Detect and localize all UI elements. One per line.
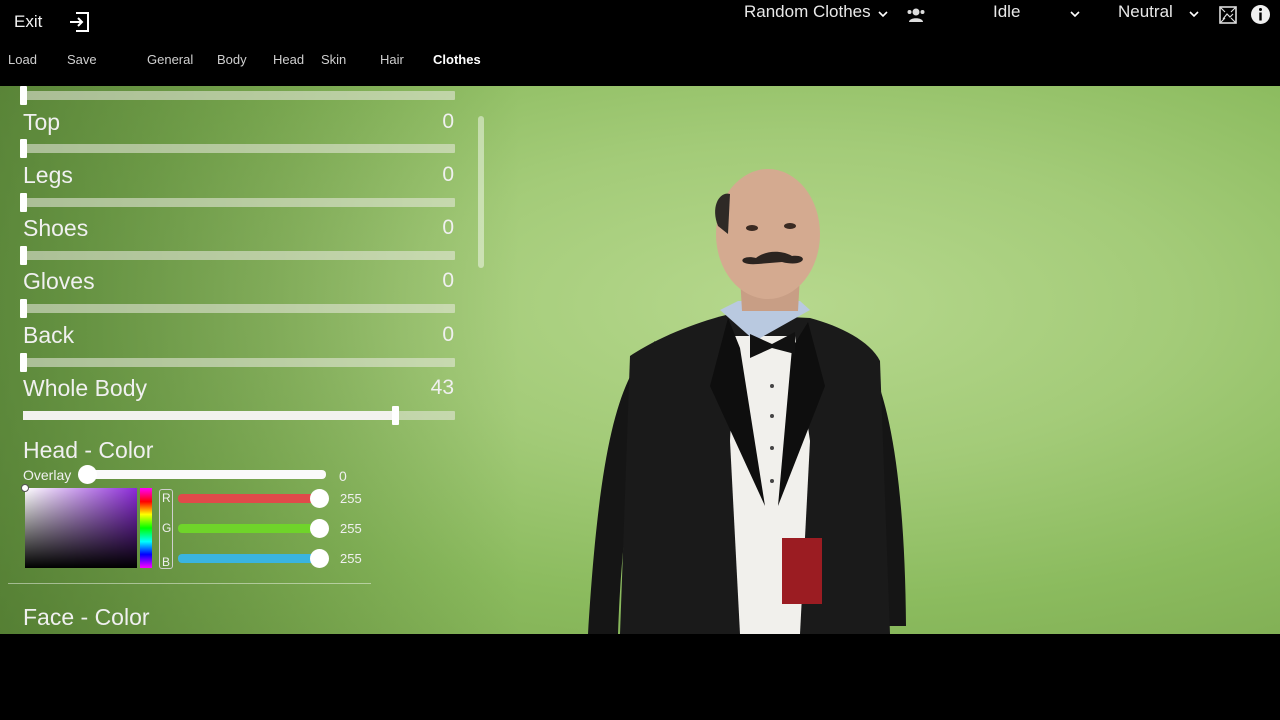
tab-clothes[interactable]: Clothes [433, 52, 481, 67]
tab-general[interactable]: General [147, 52, 193, 67]
chevron-down-icon [1189, 11, 1199, 18]
expression-dropdown[interactable]: Neutral [1118, 2, 1173, 22]
exit-door-icon[interactable] [68, 10, 92, 34]
color-picker-cursor[interactable] [21, 484, 29, 492]
tab-skin[interactable]: Skin [321, 52, 346, 67]
nav-load[interactable]: Load [8, 52, 37, 67]
shoes-value: 0 [442, 216, 454, 239]
pose-dropdown[interactable]: Idle [993, 2, 1020, 22]
legs-label: Legs [23, 162, 73, 188]
top-label: Top [23, 109, 61, 135]
gloves-value: 0 [442, 269, 454, 292]
whole-body-label: Whole Body [23, 375, 148, 401]
blue-slider-handle[interactable] [310, 549, 329, 568]
chevron-down-icon [878, 11, 888, 18]
tab-head[interactable]: Head [273, 52, 304, 67]
top-slider-handle[interactable] [20, 139, 27, 158]
red-slider-handle[interactable] [310, 489, 329, 508]
back-label: Back [23, 322, 75, 348]
shoes-slider-handle[interactable] [20, 246, 27, 265]
top-slider[interactable] [20, 139, 455, 158]
clothes-dropdown[interactable]: Random Clothes [744, 2, 871, 22]
clothes-settings-panel: Top 0 Legs 0 Shoes 0 Gloves 0 Back 0 Who… [0, 86, 500, 634]
color-picker-square[interactable] [21, 484, 137, 568]
back-slider[interactable] [20, 353, 455, 372]
info-icon[interactable] [1250, 4, 1271, 25]
bottom-bar [0, 634, 1280, 720]
gloves-slider[interactable] [20, 299, 455, 318]
overlay-slider-handle[interactable] [78, 465, 97, 484]
tab-hair[interactable]: Hair [380, 52, 404, 67]
whole-body-slider-handle[interactable] [391, 406, 399, 425]
back-value: 0 [442, 323, 454, 346]
shoes-slider[interactable] [20, 246, 455, 265]
chevron-down-icon [1070, 11, 1080, 18]
legs-slider-handle[interactable] [20, 193, 27, 212]
back-slider-handle[interactable] [20, 353, 27, 372]
blue-slider[interactable] [178, 554, 320, 563]
gloves-slider-handle[interactable] [20, 299, 27, 318]
red-value: 255 [340, 491, 362, 506]
character-model [588, 169, 906, 634]
tab-body[interactable]: Body [217, 52, 247, 67]
b-label: B [162, 555, 171, 569]
head-color-title: Head - Color [23, 437, 154, 463]
nav-save[interactable]: Save [67, 52, 97, 67]
red-slider[interactable] [178, 494, 320, 503]
green-value: 255 [340, 521, 362, 536]
overlay-label: Overlay [23, 467, 72, 483]
shoes-label: Shoes [23, 215, 89, 241]
hue-slider[interactable] [140, 488, 152, 568]
top-value: 0 [442, 110, 454, 133]
overlay-value: 0 [339, 468, 347, 484]
slider-handle[interactable] [20, 86, 27, 105]
top-bar: Exit Load Save General Body Head Skin Ha… [0, 0, 1280, 86]
r-label: R [162, 491, 171, 505]
face-color-title: Face - Color [23, 604, 150, 630]
picture-frame-icon[interactable] [1218, 5, 1238, 25]
green-slider-handle[interactable] [310, 519, 329, 538]
exit-button-label[interactable]: Exit [14, 12, 42, 32]
whole-body-slider[interactable] [23, 406, 455, 425]
legs-slider[interactable] [20, 193, 455, 212]
blue-value: 255 [340, 551, 362, 566]
slider-track[interactable] [20, 86, 455, 105]
panel-scrollbar[interactable] [478, 116, 484, 268]
legs-value: 0 [442, 163, 454, 186]
overlay-slider[interactable] [78, 465, 326, 484]
gloves-label: Gloves [23, 268, 95, 294]
green-slider[interactable] [178, 524, 320, 533]
people-icon[interactable] [906, 6, 926, 24]
g-label: G [162, 521, 172, 535]
section-divider [8, 583, 371, 584]
whole-body-value: 43 [430, 376, 454, 399]
